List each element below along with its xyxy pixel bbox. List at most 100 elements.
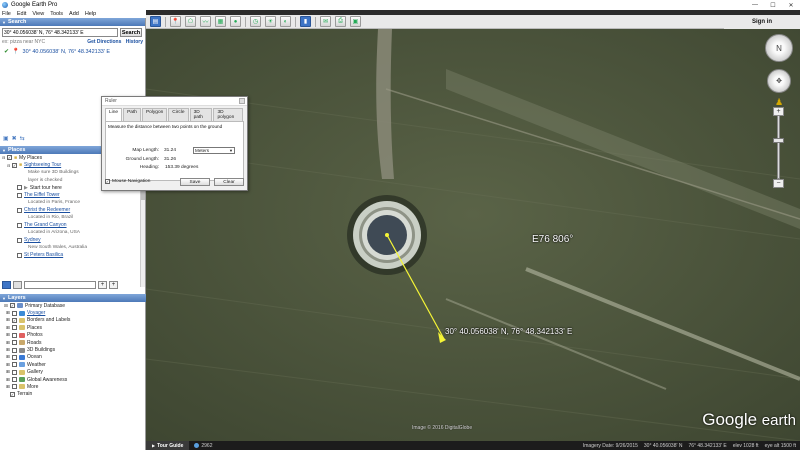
layer-row[interactable]: ⊞ Weather — [0, 361, 146, 368]
layer-label[interactable]: Voyager — [27, 310, 45, 316]
list-item[interactable]: St Peters Basilica — [2, 252, 146, 260]
email-icon[interactable]: ✉ — [320, 16, 331, 27]
layers-panel-header[interactable]: ▼ Layers — [0, 294, 146, 302]
maps-icon[interactable]: ▣ — [350, 16, 361, 27]
panel-toggle-icon[interactable] — [13, 281, 22, 289]
get-directions-link[interactable]: Get Directions — [87, 39, 121, 45]
clear-button[interactable]: Clear — [214, 178, 244, 186]
menu-file[interactable]: File — [2, 11, 11, 17]
ruler-icon[interactable]: ▮ — [300, 16, 311, 27]
layer-checkbox[interactable]: ✓ — [10, 391, 15, 397]
layer-checkbox[interactable] — [12, 332, 17, 338]
layer-row[interactable]: ⊞ Gallery — [0, 369, 146, 376]
historical-imagery-icon[interactable]: ◷ — [250, 16, 261, 27]
checkbox[interactable] — [17, 192, 22, 198]
layer-checkbox[interactable] — [12, 369, 17, 375]
tab-circle[interactable]: Circle — [168, 108, 189, 121]
layer-checkbox[interactable] — [12, 347, 17, 353]
layer-checkbox[interactable] — [12, 354, 17, 360]
layer-checkbox[interactable] — [12, 377, 17, 383]
sun-icon[interactable]: ☀ — [265, 16, 276, 27]
menu-add[interactable]: Add — [69, 11, 79, 17]
checkbox[interactable] — [17, 237, 22, 243]
delete-results-icon[interactable]: ✖ — [12, 135, 17, 142]
list-item[interactable]: The Grand Canyon — [2, 222, 146, 230]
minimize-button[interactable]: — — [746, 0, 764, 10]
list-item[interactable]: The Eiffel Tower — [2, 192, 146, 200]
sidebar-icon[interactable]: ▤ — [150, 16, 161, 27]
layer-checkbox[interactable] — [12, 384, 17, 390]
search-input[interactable] — [2, 28, 118, 37]
layer-row[interactable]: ⊞ Roads — [0, 339, 146, 346]
overlay-icon[interactable]: ▦ — [215, 16, 226, 27]
tab-3d-path[interactable]: 3D path — [189, 108, 213, 121]
ruler-close-button[interactable] — [239, 98, 245, 104]
checkbox[interactable] — [17, 222, 22, 228]
menu-help[interactable]: Help — [85, 11, 96, 17]
tab-polygon[interactable]: Polygon — [141, 108, 168, 121]
place-link[interactable]: The Eiffel Tower — [24, 192, 60, 198]
tab-line[interactable]: Line — [105, 108, 123, 121]
move-control-icon[interactable]: ✥ — [767, 69, 791, 93]
planets-icon[interactable]: ◐ — [280, 16, 291, 27]
mouse-navigation-checkbox[interactable]: ✓ — [105, 179, 110, 184]
menu-tools[interactable]: Tools — [50, 11, 63, 17]
layer-row[interactable]: ⊞ Places — [0, 324, 146, 331]
tour-guide-button[interactable]: ▶ Tour Guide — [146, 441, 190, 450]
placemark-icon[interactable]: 📍 — [170, 16, 181, 27]
copy-to-places-icon[interactable]: ▣ — [3, 135, 9, 142]
look-control-compass-icon[interactable]: N — [765, 34, 793, 62]
zoom-slider-knob[interactable] — [773, 138, 784, 143]
add-content-icon[interactable]: + — [109, 281, 118, 289]
close-button[interactable]: ✕ — [782, 0, 800, 10]
search-places-icon[interactable] — [2, 281, 11, 289]
layer-checkbox[interactable] — [12, 310, 17, 316]
tab-3d-polygon[interactable]: 3D polygon — [213, 108, 243, 121]
layer-row[interactable]: ⊞ ✓ Borders and Labels — [0, 317, 146, 324]
zoom-slider-track[interactable] — [777, 111, 780, 179]
place-link[interactable]: The Grand Canyon — [24, 222, 67, 228]
checkbox[interactable]: ✓ — [7, 155, 12, 161]
maximize-button[interactable]: ☐ — [764, 0, 782, 10]
layer-checkbox[interactable] — [12, 325, 17, 331]
layer-row[interactable]: ⊟ ✓ Primary Database — [0, 302, 146, 309]
layer-row[interactable]: ⊞ Photos — [0, 332, 146, 339]
map-view[interactable]: E76 806° 30° 40.056038' N, 76° 48.342133… — [146, 29, 800, 441]
checkbox[interactable] — [17, 252, 22, 258]
layer-checkbox[interactable] — [12, 340, 17, 346]
checkbox[interactable]: ✓ — [12, 162, 17, 168]
measure-start-point[interactable] — [385, 233, 389, 237]
path-icon[interactable]: 〰 — [200, 16, 211, 27]
layer-row[interactable]: ⊞ More — [0, 383, 146, 390]
layer-row[interactable]: ✓ Terrain — [0, 391, 146, 398]
tab-path[interactable]: Path — [123, 108, 141, 121]
history-link[interactable]: History — [126, 39, 143, 45]
layer-checkbox[interactable]: ✓ — [12, 317, 17, 323]
search-button[interactable]: Search — [120, 28, 142, 37]
sign-in-button[interactable]: Sign in — [724, 15, 800, 29]
list-item[interactable]: Sydney — [2, 237, 146, 245]
zoom-in-button[interactable]: + — [773, 107, 784, 116]
print-icon[interactable]: ⎙ — [335, 16, 346, 27]
place-link[interactable]: Christ the Redeemer — [24, 207, 70, 213]
places-filter-field[interactable] — [24, 281, 96, 289]
place-link[interactable]: Sydney — [24, 237, 41, 243]
search-panel-header[interactable]: ▼ Search — [0, 18, 145, 26]
layer-row[interactable]: ⊞ Ocean — [0, 354, 146, 361]
menu-view[interactable]: View — [32, 11, 44, 17]
record-tour-icon[interactable]: ● — [230, 16, 241, 27]
add-folder-icon[interactable]: + — [98, 281, 107, 289]
directions-icon[interactable]: ⇆ — [20, 135, 25, 142]
layer-checkbox[interactable]: ✓ — [10, 303, 15, 309]
list-item[interactable]: Christ the Redeemer — [2, 207, 146, 215]
place-link[interactable]: St Peters Basilica — [24, 252, 63, 258]
save-button[interactable]: Save — [180, 178, 210, 186]
menu-edit[interactable]: Edit — [17, 11, 26, 17]
zoom-out-button[interactable]: − — [773, 179, 784, 188]
polygon-icon[interactable]: ⬠ — [185, 16, 196, 27]
checkbox[interactable] — [17, 207, 22, 213]
search-result[interactable]: ✔ 📍 30° 40.056038' N, 76° 48.342133' E — [0, 45, 145, 58]
layer-row[interactable]: ⊞ Global Awareness — [0, 376, 146, 383]
checkbox[interactable] — [17, 185, 22, 191]
unit-select[interactable]: Meters ▼ — [193, 147, 235, 154]
